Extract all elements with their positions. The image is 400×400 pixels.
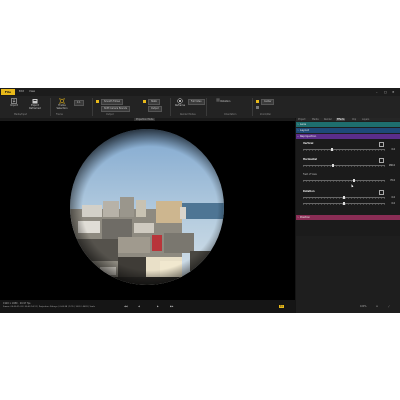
horizontal-value[interactable]: 180.0: [387, 164, 395, 167]
group-label-media: Media/Input: [14, 113, 27, 116]
zoom-dropdown[interactable]: 1:1: [74, 100, 84, 106]
tab-media[interactable]: Media: [312, 118, 319, 121]
export-reframed-button[interactable]: Export Reframed: [26, 98, 44, 110]
center-toggle[interactable]: Center: [261, 99, 275, 105]
frame-selection-label: Frame Selection: [56, 104, 68, 110]
section-layout[interactable]: ›Layout: [296, 128, 400, 133]
resolution-info: 1920 x 1080 · 29.97 fps: [3, 302, 31, 305]
fov-label: Field of View: [303, 173, 317, 176]
reframe-label: Reframe: [174, 104, 186, 107]
group-label-orientation: Orientation: [224, 113, 237, 116]
divider: [252, 98, 253, 116]
section-reprojection-label: Reprojection: [300, 135, 317, 138]
tab-clip[interactable]: Clip: [352, 118, 356, 121]
shift-camera-bounds-toggle[interactable]: Shift Camera Bounds: [101, 106, 131, 112]
app-window: File Edit View – □ ✕ Import Export Refra…: [0, 88, 400, 313]
timeline-info: Frame: 00:00:21:03 / 00:02:14:11 | Proje…: [3, 306, 95, 308]
minimize-button[interactable]: –: [376, 89, 378, 95]
import-label: Import: [10, 104, 18, 107]
group-label-render-modes: Render Modes: [180, 113, 196, 116]
tab-view[interactable]: View: [29, 89, 35, 95]
group-label-zoom-pan: Zoom/Pan: [260, 113, 271, 116]
section-lens[interactable]: ›Lens: [296, 122, 400, 127]
divider: [206, 98, 207, 116]
rotation-title: Rotation: [303, 190, 315, 193]
output-toggle[interactable]: Output: [148, 106, 162, 112]
video-viewer[interactable]: [0, 121, 295, 300]
tab-layers[interactable]: Layers: [362, 118, 369, 121]
group-label-output: Output: [106, 113, 114, 116]
frame-selection-button[interactable]: Frame Selection: [54, 98, 70, 110]
panel-tab-strip: Project Media Render Effects Clip Layers: [296, 118, 400, 121]
tab-render[interactable]: Render: [324, 118, 332, 121]
rotation-button[interactable]: Rotation: [210, 98, 236, 103]
tab-project[interactable]: Project: [298, 118, 305, 121]
speed-badge[interactable]: 1x: [279, 305, 284, 308]
fullscreen-icon[interactable]: ⤢: [388, 305, 390, 308]
tab-edit[interactable]: Edit: [19, 89, 24, 95]
group-label-frame: Frame: [56, 113, 63, 116]
divider: [92, 98, 93, 116]
full-video-toggle[interactable]: Full Video: [188, 99, 205, 105]
section-position[interactable]: ›Position: [296, 215, 400, 220]
fisheye-preview-image: [70, 129, 224, 285]
section-layout-label: Layout: [300, 129, 309, 132]
section-lens-label: Lens: [300, 123, 306, 126]
step-back-button[interactable]: ◀: [138, 305, 140, 308]
smooth-follow-toggle[interactable]: Smooth Follow: [101, 99, 123, 105]
vertical-title: Vertical: [303, 142, 314, 145]
fov-slider[interactable]: [303, 179, 385, 182]
rotation-icon: [215, 98, 220, 102]
gear-icon[interactable]: ⚙: [376, 305, 378, 308]
section-position-label: Position: [300, 216, 311, 219]
divider: [170, 98, 171, 116]
rotation-slider-2[interactable]: [303, 202, 385, 205]
static-toggle[interactable]: Static: [148, 99, 161, 105]
reset-icon[interactable]: [379, 158, 384, 163]
skip-back-button[interactable]: ◀◀: [124, 305, 128, 308]
smooth-follow-checkbox[interactable]: [96, 100, 99, 103]
rotation-label: Rotation: [220, 100, 231, 103]
file-tab[interactable]: File: [1, 89, 15, 95]
reset-icon[interactable]: [379, 190, 384, 195]
reframe-button[interactable]: Reframe: [174, 98, 186, 107]
rotation-value-2[interactable]: 0.0: [387, 202, 395, 205]
static-checkbox[interactable]: [143, 100, 146, 103]
reprojection-body: [296, 139, 400, 236]
zoom-percent[interactable]: 100%: [360, 305, 367, 308]
export-label: Export Reframed: [29, 104, 41, 110]
fov-value[interactable]: 70.0: [387, 179, 395, 182]
horizontal-slider[interactable]: [303, 164, 385, 167]
horizontal-title: Horizontal: [303, 158, 317, 161]
vertical-value[interactable]: 0.0: [387, 148, 395, 151]
skip-forward-button[interactable]: ▶▶: [170, 305, 174, 308]
play-button[interactable]: ▶: [157, 305, 159, 308]
close-button[interactable]: ✕: [392, 89, 395, 95]
rotation-value-1[interactable]: 0.0: [387, 196, 395, 199]
vertical-slider[interactable]: [303, 148, 385, 151]
align-checkbox[interactable]: [256, 106, 259, 109]
ribbon-toolbar: Import Export Reframed Media/Input Frame…: [0, 96, 400, 119]
ribbon-tab-strip: File Edit View – □ ✕: [0, 88, 400, 96]
import-button[interactable]: Import: [6, 98, 22, 107]
rotation-slider-1[interactable]: [303, 196, 385, 199]
divider: [50, 98, 51, 116]
properties-panel: Project Media Render Effects Clip Layers…: [296, 118, 400, 313]
maximize-button[interactable]: □: [384, 89, 387, 95]
viewer-status-bar: 1920 x 1080 · 29.97 fps Frame: 00:00:21:…: [0, 300, 295, 313]
reset-icon[interactable]: [379, 142, 384, 147]
tab-effects[interactable]: Effects: [336, 118, 346, 121]
center-checkbox[interactable]: [256, 100, 259, 103]
